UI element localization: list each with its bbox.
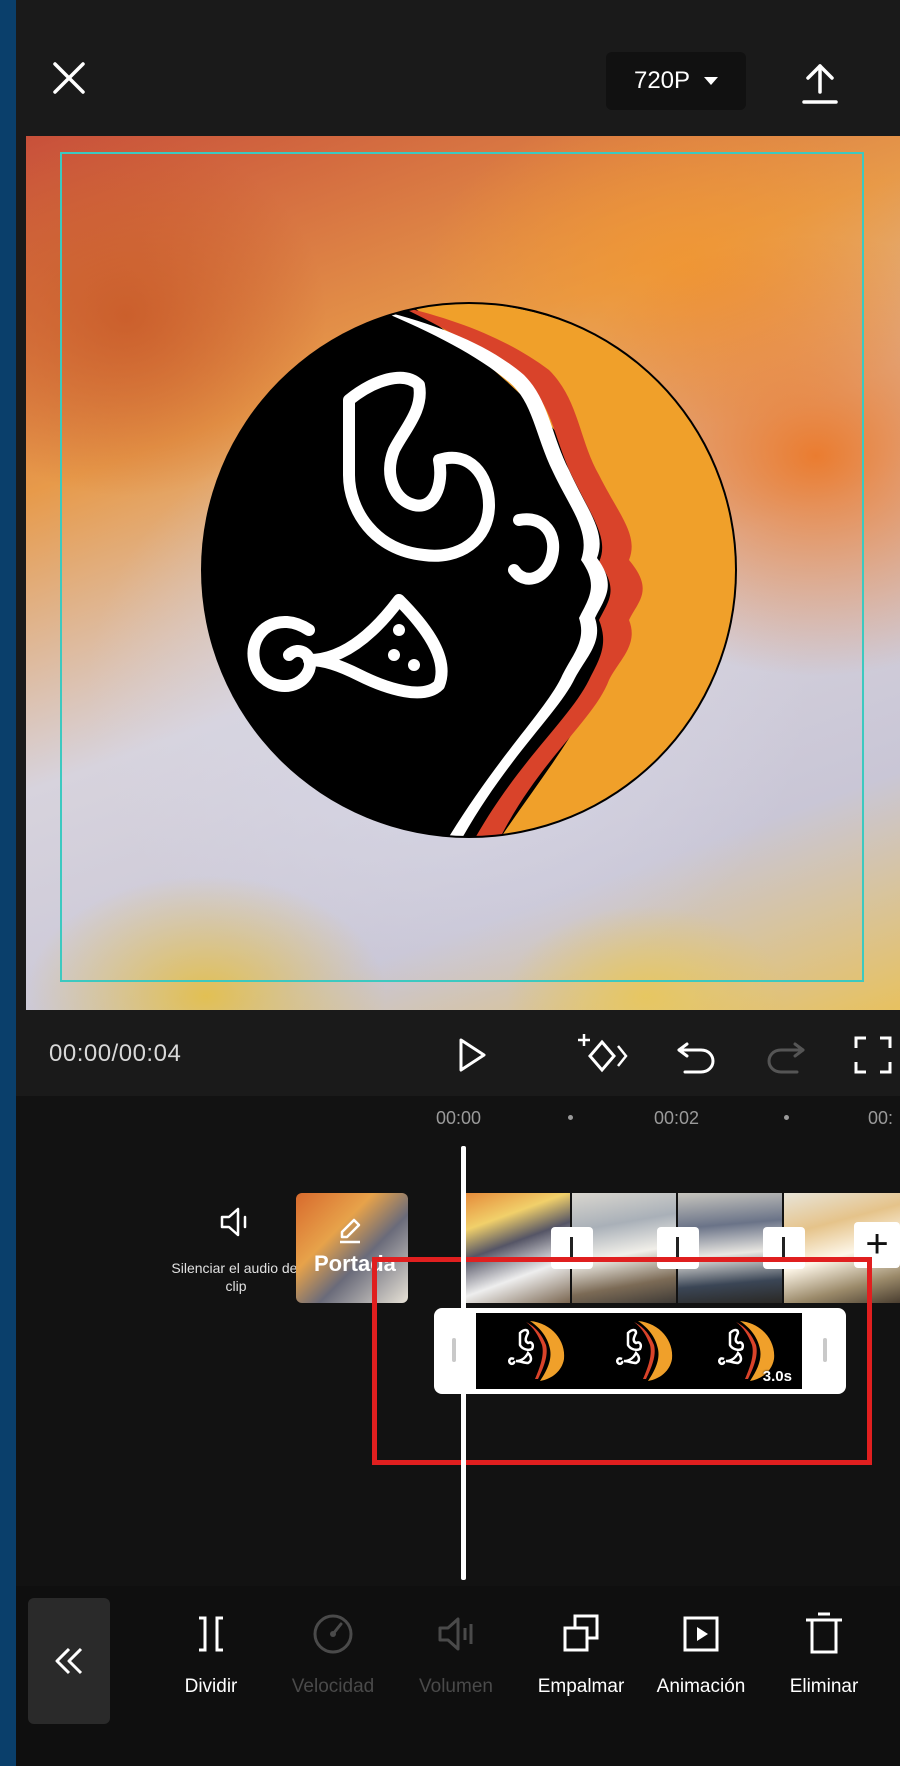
ruler-time-label: 00:02 — [654, 1108, 700, 1128]
undo-icon — [677, 1042, 715, 1074]
volume-icon — [438, 1617, 473, 1651]
mute-clip-audio-label: Silenciar el audio del clip — [171, 1260, 301, 1294]
animation-button[interactable]: Animación — [641, 1610, 761, 1698]
export-button[interactable] — [798, 58, 842, 108]
redo-button[interactable] — [761, 1030, 811, 1080]
split-button[interactable]: Dividir — [151, 1610, 271, 1698]
speed-button[interactable]: Velocidad — [273, 1610, 393, 1698]
ruler-time-label: 00: — [868, 1108, 894, 1128]
timecode: 00:00/00:04 — [49, 1040, 182, 1067]
redo-icon — [767, 1042, 805, 1074]
playhead[interactable] — [461, 1146, 466, 1580]
animation-icon — [683, 1616, 719, 1652]
fullscreen-icon — [854, 1036, 892, 1074]
speed-label: Velocidad — [291, 1676, 375, 1697]
undo-button[interactable] — [671, 1030, 721, 1080]
close-icon — [53, 62, 85, 94]
trash-icon — [806, 1612, 842, 1654]
resolution-value: 720P — [633, 67, 691, 94]
ruler-dot — [784, 1115, 789, 1120]
overlay-label: Empalmar — [537, 1676, 625, 1697]
double-chevron-left-icon — [55, 1647, 83, 1675]
play-icon — [459, 1038, 486, 1072]
close-button[interactable] — [46, 55, 92, 101]
mute-clip-audio-button[interactable]: Silenciar el audio del clip — [166, 1202, 306, 1295]
delete-label: Eliminar — [789, 1676, 859, 1697]
split-icon — [199, 1616, 223, 1652]
play-button[interactable] — [446, 1030, 496, 1080]
edit-pencil-icon — [340, 1218, 361, 1244]
overlay-button[interactable]: Empalmar — [521, 1610, 641, 1698]
split-label: Dividir — [184, 1676, 238, 1697]
speed-icon — [313, 1614, 353, 1654]
volume-label: Volumen — [419, 1676, 493, 1697]
back-button[interactable] — [28, 1598, 110, 1724]
speaker-icon — [220, 1207, 247, 1237]
fullscreen-button[interactable] — [848, 1030, 898, 1080]
ruler-time-label: 00:00 — [436, 1108, 482, 1128]
overlay-icon — [563, 1614, 599, 1652]
upload-icon — [802, 64, 838, 104]
keyframe-button[interactable] — [576, 1030, 628, 1080]
selection-highlight-box — [372, 1257, 872, 1465]
ruler-dot — [568, 1115, 573, 1120]
video-preview[interactable] — [26, 136, 900, 1010]
chevron-down-icon — [704, 77, 719, 85]
keyframe-add-icon — [578, 1034, 628, 1073]
resolution-dropdown[interactable]: 720P — [606, 52, 746, 110]
delete-button[interactable]: Eliminar — [764, 1610, 884, 1698]
volume-button[interactable]: Volumen — [396, 1610, 516, 1698]
editor-screen: 720P 00:00/00:04 00:00 00:02 00: Silenci… — [16, 0, 900, 1766]
logo-image[interactable] — [199, 300, 739, 840]
animation-label: Animación — [656, 1676, 746, 1697]
